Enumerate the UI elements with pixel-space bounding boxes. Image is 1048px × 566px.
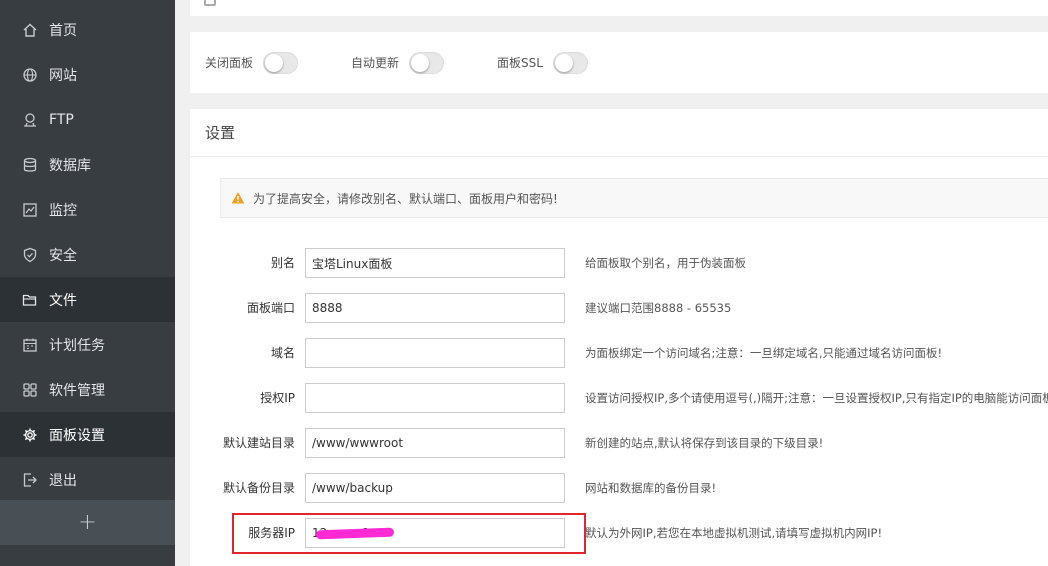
- sidebar-item-security[interactable]: 安全: [0, 232, 175, 277]
- top-panel: [190, 0, 1048, 16]
- form-row-auth-ip: 授权IP 设置访问授权IP,多个请使用逗号(,)隔开;注意：一旦设置授权IP,只…: [190, 382, 1048, 414]
- calendar-icon: [22, 337, 38, 353]
- form-row-backup-dir: 默认备份目录 网站和数据库的备份目录!: [190, 472, 1048, 504]
- field-help: 设置访问授权IP,多个请使用逗号(,)隔开;注意：一旦设置授权IP,只有指定IP…: [585, 391, 1048, 405]
- toggle-label: 自动更新: [351, 56, 400, 70]
- sidebar-item-label: 计划任务: [49, 337, 105, 354]
- logout-icon: [22, 472, 38, 488]
- sidebar-item-label: 网站: [49, 67, 77, 84]
- alias-input[interactable]: [305, 248, 565, 278]
- sidebar-item-home[interactable]: 首页: [0, 7, 175, 52]
- field-label: 授权IP: [260, 391, 295, 405]
- sidebar-item-logout[interactable]: 退出: [0, 457, 175, 502]
- close-panel-switch[interactable]: [263, 51, 299, 74]
- add-menu-button[interactable]: +: [0, 500, 175, 545]
- auth-ip-input[interactable]: [305, 383, 565, 413]
- field-label: 默认备份目录: [222, 481, 295, 495]
- toggle-auto-update: 自动更新: [351, 32, 445, 93]
- toggle-label: 面板SSL: [497, 56, 543, 70]
- form-row-alias: 别名 给面板取个别名，用于伪装面板: [190, 247, 1048, 279]
- sidebar-item-database[interactable]: 数据库: [0, 142, 175, 187]
- grid-icon: [22, 382, 38, 398]
- toggle-panel-ssl: 面板SSL: [497, 32, 588, 93]
- sidebar-item-monitor[interactable]: 监控: [0, 187, 175, 232]
- field-label: 面板端口: [246, 301, 295, 315]
- shield-icon: [22, 247, 38, 263]
- toggle-panel: 关闭面板 自动更新 面板SSL: [190, 32, 1048, 93]
- sidebar-item-label: 文件: [49, 292, 77, 309]
- site-dir-input[interactable]: [305, 428, 565, 458]
- field-help: 给面板取个别名，用于伪装面板: [585, 256, 746, 270]
- window-icon: [204, 0, 216, 6]
- toggle-label: 关闭面板: [205, 56, 254, 70]
- database-icon: [22, 157, 38, 173]
- domain-input[interactable]: [305, 338, 565, 368]
- sidebar-item-ftp[interactable]: FTP: [0, 97, 175, 142]
- ftp-icon: [22, 112, 38, 128]
- sidebar-item-label: 安全: [49, 247, 77, 264]
- field-help: 为面板绑定一个访问域名;注意：一旦绑定域名,只能通过域名访问面板!: [585, 346, 943, 360]
- form-row-site-dir: 默认建站目录 新创建的站点,默认将保存到该目录的下级目录!: [190, 427, 1048, 459]
- sidebar-item-website[interactable]: 网站: [0, 52, 175, 97]
- sidebar: 首页 网站 FTP 数据库 监控 安全 文件 计划任务 软件管理 面板设置 退出: [0, 0, 175, 566]
- sidebar-item-label: 面板设置: [49, 427, 105, 444]
- plus-icon: +: [78, 510, 97, 535]
- sidebar-item-label: 数据库: [49, 157, 91, 174]
- notice-text: 为了提高安全，请修改别名、默认端口、面板用户和密码!: [253, 191, 558, 206]
- field-help: 默认为外网IP,若您在本地虚拟机测试,请填写虚拟机内网IP!: [585, 526, 883, 540]
- sidebar-item-label: 监控: [49, 202, 77, 219]
- settings-panel: 设置 为了提高安全，请修改别名、默认端口、面板用户和密码! 别名 给面板取个别名…: [190, 109, 1048, 566]
- field-help: 建议端口范围8888 - 65535: [585, 301, 732, 315]
- home-icon: [22, 22, 38, 38]
- sidebar-item-panel-settings[interactable]: 面板设置: [0, 412, 175, 457]
- sidebar-item-cron[interactable]: 计划任务: [0, 322, 175, 367]
- sidebar-item-files[interactable]: 文件: [0, 277, 175, 322]
- sidebar-item-label: 软件管理: [49, 382, 105, 399]
- gear-icon: [22, 427, 38, 443]
- folder-icon: [22, 292, 38, 308]
- field-label: 别名: [270, 256, 295, 270]
- sidebar-item-label: 退出: [49, 472, 77, 489]
- monitor-icon: [22, 202, 38, 218]
- port-input[interactable]: [305, 293, 565, 323]
- sidebar-item-label: 首页: [49, 22, 77, 39]
- field-label: 默认建站目录: [222, 436, 295, 450]
- security-notice: 为了提高安全，请修改别名、默认端口、面板用户和密码!: [220, 178, 1048, 218]
- auto-update-switch[interactable]: [409, 51, 445, 74]
- panel-ssl-switch[interactable]: [552, 51, 588, 74]
- form-row-domain: 域名 为面板绑定一个访问域名;注意：一旦绑定域名,只能通过域名访问面板!: [190, 337, 1048, 369]
- field-label: 域名: [270, 346, 295, 360]
- settings-title: 设置: [190, 109, 1048, 157]
- form-row-port: 面板端口 建议端口范围8888 - 65535: [190, 292, 1048, 324]
- globe-icon: [22, 67, 38, 83]
- warning-icon: [231, 192, 245, 204]
- toggle-close-panel: 关闭面板: [205, 32, 299, 93]
- backup-dir-input[interactable]: [305, 473, 565, 503]
- sidebar-item-label: FTP: [49, 111, 74, 128]
- field-help: 网站和数据库的备份目录!: [585, 481, 717, 495]
- field-label: 服务器IP: [248, 526, 295, 540]
- field-help: 新创建的站点,默认将保存到该目录的下级目录!: [585, 436, 824, 450]
- sidebar-item-software[interactable]: 软件管理: [0, 367, 175, 412]
